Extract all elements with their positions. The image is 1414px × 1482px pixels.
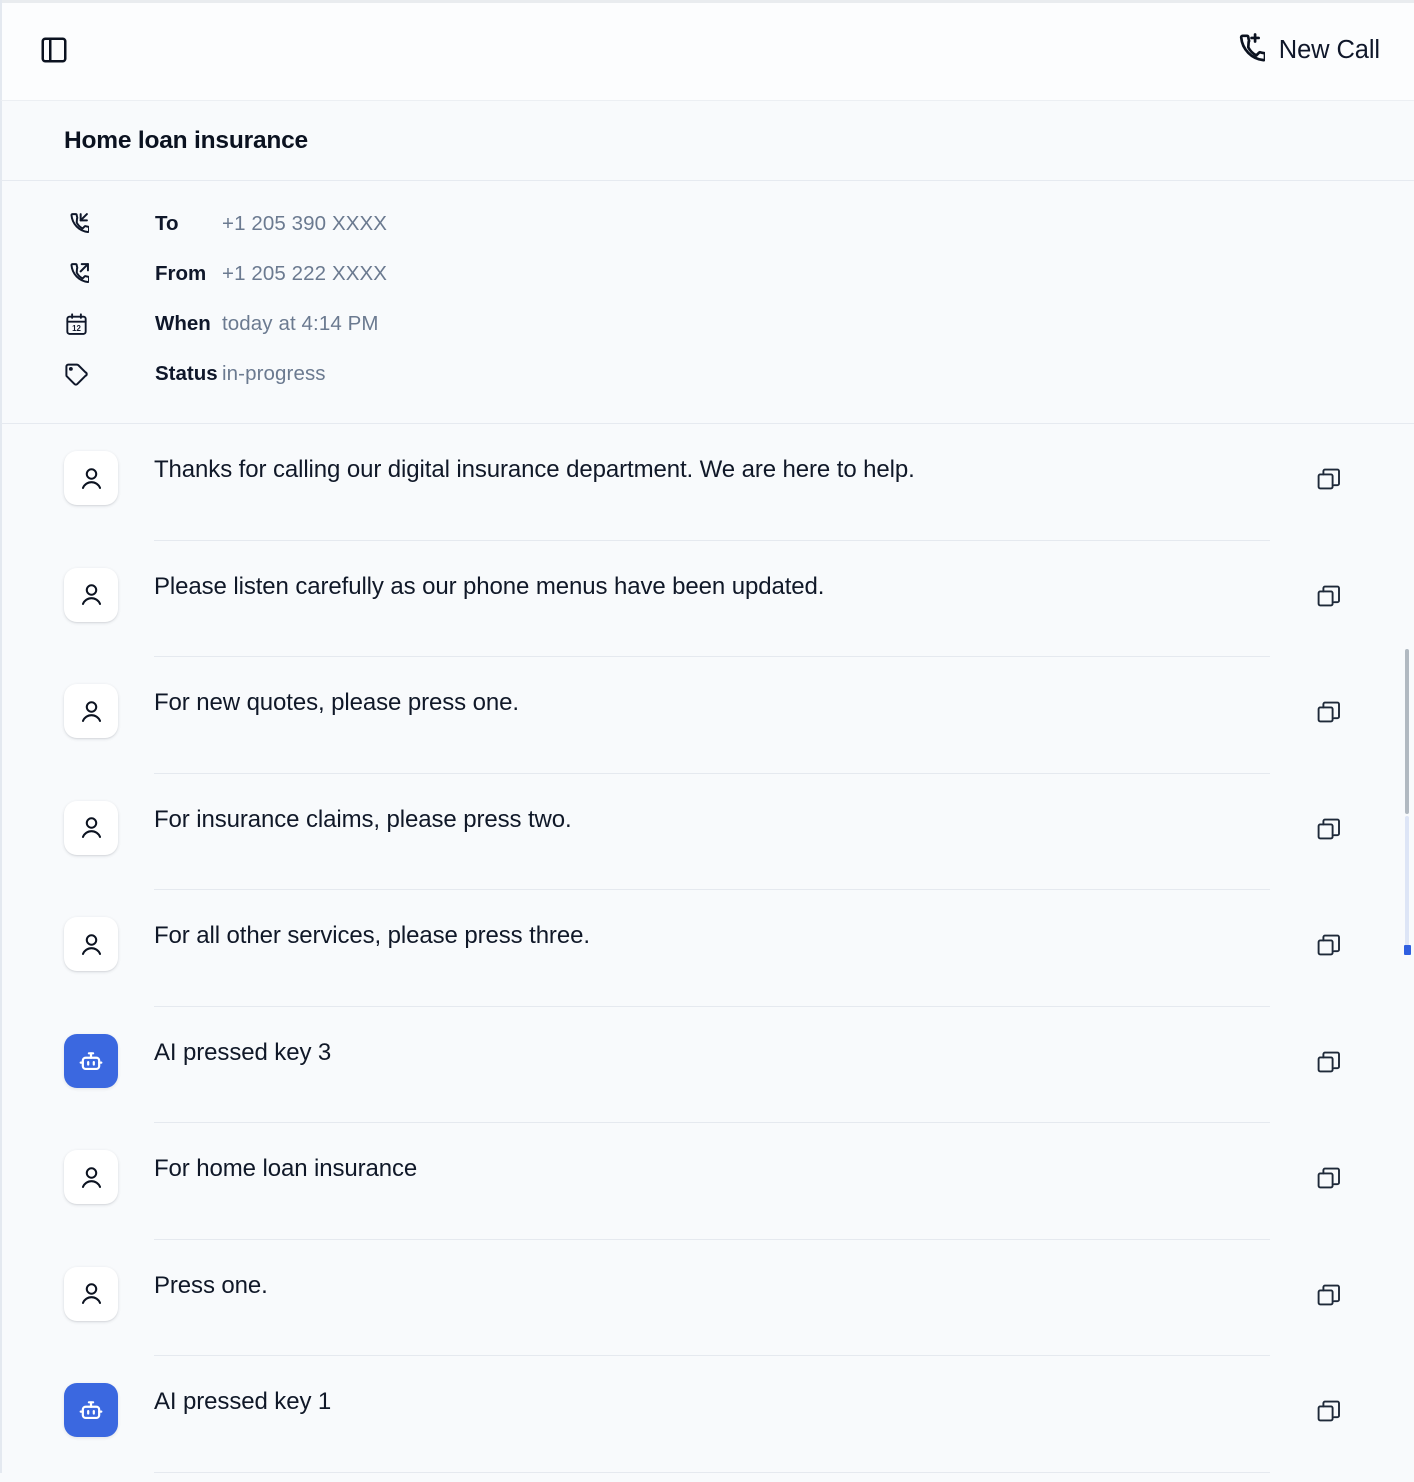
phone-incoming-icon: [64, 212, 94, 237]
user-avatar: [64, 1267, 118, 1321]
row-divider: [154, 1472, 1270, 1473]
scrollbar-position-marker: [1404, 945, 1411, 955]
calendar-icon: 12: [64, 312, 94, 337]
copy-message-button[interactable]: [1308, 1042, 1348, 1082]
person-icon: [78, 1280, 105, 1307]
sidebar-toggle-button[interactable]: [34, 30, 74, 70]
meta-label-when: When: [94, 312, 222, 336]
status-badge: in-progress: [222, 362, 326, 386]
copy-icon: [1316, 700, 1340, 724]
person-icon: [78, 1164, 105, 1191]
svg-text:12: 12: [72, 323, 81, 332]
copy-message-button[interactable]: [1308, 692, 1348, 732]
meta-value-from: +1 205 222 XXXX: [222, 262, 387, 286]
scrollbar-thumb[interactable]: [1405, 649, 1409, 814]
transcript-message-text: For all other services, please press thr…: [118, 890, 1308, 952]
copy-icon: [1316, 584, 1340, 608]
tag-icon: [64, 362, 94, 387]
person-icon: [78, 814, 105, 841]
transcript-message-text: Please listen carefully as our phone men…: [118, 541, 1308, 603]
meta-row-from: From +1 205 222 XXXX: [2, 249, 1414, 299]
user-avatar: [64, 451, 118, 505]
transcript-row: For home loan insurance: [2, 1123, 1414, 1240]
ai-avatar: [64, 1383, 118, 1437]
transcript-row: AI pressed key 3: [2, 1007, 1414, 1124]
person-icon: [78, 465, 105, 492]
phone-plus-icon: [1231, 33, 1265, 67]
user-avatar: [64, 917, 118, 971]
transcript-row: Thanks for calling our digital insurance…: [2, 424, 1414, 541]
call-detail-app: New Call Home loan insurance To +1 205 3…: [0, 0, 1414, 1482]
transcript-row: For new quotes, please press one.: [2, 657, 1414, 774]
user-avatar: [64, 684, 118, 738]
copy-icon: [1316, 1399, 1340, 1423]
robot-icon: [77, 1396, 105, 1424]
person-icon: [78, 581, 105, 608]
copy-message-button[interactable]: [1308, 1391, 1348, 1431]
new-call-button[interactable]: New Call: [1225, 27, 1386, 73]
meta-label-to: To: [94, 212, 222, 236]
phone-outgoing-icon: [64, 262, 94, 287]
copy-icon: [1316, 933, 1340, 957]
transcript-message-text: AI pressed key 1: [118, 1356, 1308, 1418]
copy-icon: [1316, 1283, 1340, 1307]
meta-row-when: 12 When today at 4:14 PM: [2, 299, 1414, 349]
transcript-message-text: Press one.: [118, 1240, 1308, 1302]
transcript-message-text: Thanks for calling our digital insurance…: [118, 424, 1308, 486]
new-call-label: New Call: [1279, 36, 1380, 65]
user-avatar: [64, 1150, 118, 1204]
transcript-message-text: For new quotes, please press one.: [118, 657, 1308, 719]
transcript-row: Please listen carefully as our phone men…: [2, 541, 1414, 658]
transcript-message-text: For home loan insurance: [118, 1123, 1308, 1185]
transcript-row: AI pressed key 1: [2, 1356, 1414, 1473]
meta-row-status: Status in-progress: [2, 349, 1414, 399]
copy-icon: [1316, 1166, 1340, 1190]
transcript-row: For all other services, please press thr…: [2, 890, 1414, 1007]
call-meta-block: To +1 205 390 XXXX From +1 205 222 XXXX: [0, 181, 1414, 424]
meta-label-status: Status: [94, 362, 222, 386]
person-icon: [78, 931, 105, 958]
meta-row-to: To +1 205 390 XXXX: [2, 199, 1414, 249]
transcript-row: For insurance claims, please press two.: [2, 774, 1414, 891]
scrollbar-thumb-secondary[interactable]: [1405, 816, 1409, 946]
meta-value-to: +1 205 390 XXXX: [222, 212, 387, 236]
top-bar: New Call: [0, 0, 1414, 101]
user-avatar: [64, 801, 118, 855]
transcript-row: Press one.: [2, 1240, 1414, 1357]
copy-icon: [1316, 467, 1340, 491]
transcript-list: Thanks for calling our digital insurance…: [0, 424, 1414, 1473]
ai-avatar: [64, 1034, 118, 1088]
call-title-block: Home loan insurance: [0, 101, 1414, 181]
copy-message-button[interactable]: [1308, 1158, 1348, 1198]
page-title: Home loan insurance: [64, 127, 308, 155]
vertical-scrollbar[interactable]: [1404, 101, 1410, 1482]
transcript-message-text: AI pressed key 3: [118, 1007, 1308, 1069]
copy-icon: [1316, 817, 1340, 841]
person-icon: [78, 698, 105, 725]
copy-message-button[interactable]: [1308, 809, 1348, 849]
copy-message-button[interactable]: [1308, 1275, 1348, 1315]
meta-value-when: today at 4:14 PM: [222, 312, 379, 336]
user-avatar: [64, 568, 118, 622]
copy-message-button[interactable]: [1308, 576, 1348, 616]
robot-icon: [77, 1047, 105, 1075]
transcript-message-text: For insurance claims, please press two.: [118, 774, 1308, 836]
copy-message-button[interactable]: [1308, 459, 1348, 499]
copy-message-button[interactable]: [1308, 925, 1348, 965]
panel-left-icon: [39, 35, 69, 65]
copy-icon: [1316, 1050, 1340, 1074]
meta-label-from: From: [94, 262, 222, 286]
